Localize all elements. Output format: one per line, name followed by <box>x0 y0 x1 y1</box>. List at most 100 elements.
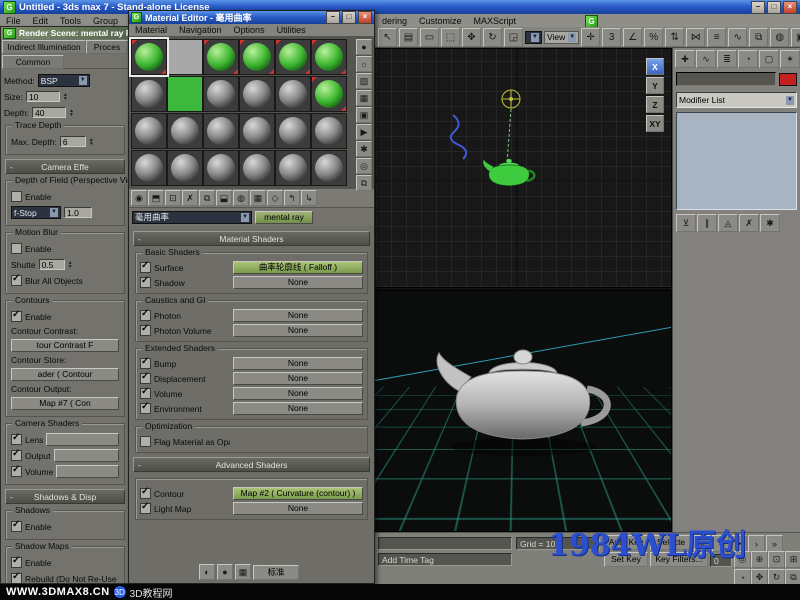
shadows-displacement-header[interactable]: - Shadows & Disp <box>5 489 125 504</box>
menu-group[interactable]: Group <box>87 16 124 26</box>
sample-tiling-icon[interactable]: ▦ <box>356 90 372 106</box>
make-unique-icon[interactable]: ◬ <box>718 214 738 232</box>
contour-store-button[interactable]: ader ( Contour <box>11 368 119 381</box>
frame-field[interactable]: 0 <box>710 554 732 567</box>
mb-enable-checkbox[interactable] <box>11 243 22 254</box>
me-close-button[interactable]: × <box>358 11 372 24</box>
go-start-icon[interactable]: « <box>694 535 711 552</box>
shader-slot-button[interactable]: None <box>233 372 363 385</box>
contours-enable-checkbox[interactable] <box>11 309 22 322</box>
material-slot[interactable] <box>203 150 239 186</box>
zoom-icon[interactable]: ◎ <box>734 551 751 568</box>
mirror-icon[interactable]: ⋈ <box>686 27 706 47</box>
selection-region-icon[interactable]: ▭ <box>420 27 439 47</box>
checkbox-surface[interactable] <box>140 260 151 273</box>
checkbox-volume[interactable] <box>140 386 151 399</box>
me-menu-material[interactable]: Material <box>129 25 173 35</box>
material-slot[interactable] <box>239 39 275 75</box>
material-slot[interactable] <box>131 76 167 112</box>
material-slot[interactable] <box>131 150 167 186</box>
material-slot[interactable] <box>131 113 167 149</box>
next-frame-icon[interactable]: › <box>748 535 765 552</box>
options-icon[interactable]: ✱ <box>356 141 372 157</box>
menu-file[interactable]: File <box>0 16 27 26</box>
size-field[interactable]: 10 <box>25 91 60 102</box>
percent-snap-icon[interactable]: % <box>644 27 664 47</box>
material-slot[interactable] <box>203 76 239 112</box>
time-tag-field[interactable]: Add Time Tag <box>378 553 512 566</box>
render-scene-icon[interactable]: ▣ <box>791 27 800 47</box>
shader-slot-button[interactable]: None <box>233 402 363 415</box>
method-dropdown[interactable]: BSP ▼ <box>37 74 90 87</box>
select-manipulate-icon[interactable]: ✛ <box>581 27 601 47</box>
footer-standard-button[interactable]: 标准 <box>253 564 299 580</box>
remove-modifier-icon[interactable]: ✗ <box>739 214 759 232</box>
snap-toggle-icon[interactable]: 3 <box>602 27 622 47</box>
show-end-result-icon[interactable]: ◇ <box>267 190 283 206</box>
contour-contrast-button[interactable]: tour Contrast F <box>11 339 119 352</box>
modify-tab-icon[interactable]: ∿ <box>696 50 716 68</box>
shader-slot-button[interactable]: None <box>233 387 363 400</box>
browse-icon[interactable]: ▦ <box>235 564 251 580</box>
modifier-list-dropdown[interactable]: Modifier List ▼ <box>676 92 797 108</box>
rollout-header[interactable]: - Advanced Shaders <box>133 457 370 472</box>
checkbox-contour[interactable] <box>140 486 151 499</box>
fstop-field[interactable]: 1.0 <box>64 207 92 218</box>
sample-sphere-icon[interactable]: ◐ <box>199 564 215 580</box>
backlight-icon[interactable]: ☼ <box>356 56 372 72</box>
menu-customize[interactable]: Customize <box>413 16 468 26</box>
zoom-all-icon[interactable]: ⊕ <box>751 551 768 568</box>
size-spinner[interactable]: ▲ ▼ <box>63 92 68 101</box>
material-slot[interactable] <box>239 76 275 112</box>
select-object-icon[interactable]: ↖ <box>378 27 397 47</box>
me-menu-options[interactable]: Options <box>228 25 271 35</box>
material-slot[interactable] <box>129 37 169 77</box>
material-slot[interactable] <box>311 113 347 149</box>
material-slot[interactable] <box>167 39 203 75</box>
sample-type-icon[interactable]: ● <box>356 39 372 55</box>
constraint-xy-button[interactable]: XY <box>646 115 664 132</box>
pick-icon[interactable]: ● <box>217 564 233 580</box>
material-slot[interactable] <box>203 39 239 75</box>
material-name-dropdown[interactable]: 毫用曲率 ▼ <box>132 210 252 224</box>
checkbox-shadow[interactable] <box>140 275 151 288</box>
go-parent-icon[interactable]: ↰ <box>284 190 300 206</box>
make-copy-icon[interactable]: ⧉ <box>199 190 215 206</box>
tab-indirect-illumination[interactable]: Indirect Illumination <box>2 40 86 54</box>
material-effects-icon[interactable]: ◍ <box>233 190 249 206</box>
checkbox-bump[interactable] <box>140 356 151 369</box>
window-titlebar[interactable]: G Untitled - 3ds max 7 - Stand-alone Lic… <box>0 0 800 14</box>
background-icon[interactable]: ▨ <box>356 73 372 89</box>
select-by-material-icon[interactable]: ◎ <box>356 158 372 174</box>
object-name-field[interactable] <box>676 72 776 86</box>
tab-processing[interactable]: Proces <box>86 40 128 54</box>
maximize-button[interactable]: □ <box>767 0 781 14</box>
shutter-spinner[interactable]: ▲ ▼ <box>68 260 73 269</box>
checkbox-photon[interactable] <box>140 308 151 321</box>
material-slot[interactable] <box>203 113 239 149</box>
show-map-icon[interactable]: ▦ <box>250 190 266 206</box>
material-slot[interactable] <box>311 150 347 186</box>
material-slot[interactable] <box>275 150 311 186</box>
shader-slot-button[interactable]: None <box>233 276 363 289</box>
shader-slot-button[interactable]: Map #2 ( Curvature (contour) ) <box>233 487 363 500</box>
menu-maxscript[interactable]: MAXScript <box>468 16 523 26</box>
checkbox-flag-material-as-opaque[interactable] <box>140 436 151 447</box>
create-tab-icon[interactable]: ✚ <box>675 50 695 68</box>
output-checkbox[interactable] <box>11 448 22 461</box>
zoom-extents-icon[interactable]: ⊡ <box>768 551 785 568</box>
schematic-view-icon[interactable]: ⧉ <box>749 27 769 47</box>
utilities-tab-icon[interactable]: ✶ <box>780 50 800 68</box>
me-menu-utilities[interactable]: Utilities <box>271 25 312 35</box>
me-minimize-button[interactable]: – <box>326 11 340 24</box>
checkbox-displacement[interactable] <box>140 371 151 384</box>
shader-slot-button[interactable]: None <box>233 324 363 337</box>
material-editor-icon[interactable]: ◍ <box>770 27 790 47</box>
blur-all-checkbox[interactable] <box>11 273 22 286</box>
ref-coord-dropdown[interactable]: View ▼ <box>543 30 580 44</box>
max-depth-field[interactable]: 6 <box>59 136 86 147</box>
material-slot[interactable] <box>239 150 275 186</box>
motion-tab-icon[interactable]: ◔ <box>738 50 758 68</box>
play-icon[interactable]: ▶ <box>730 535 747 552</box>
named-selection-dropdown[interactable]: ▼ <box>525 30 542 44</box>
